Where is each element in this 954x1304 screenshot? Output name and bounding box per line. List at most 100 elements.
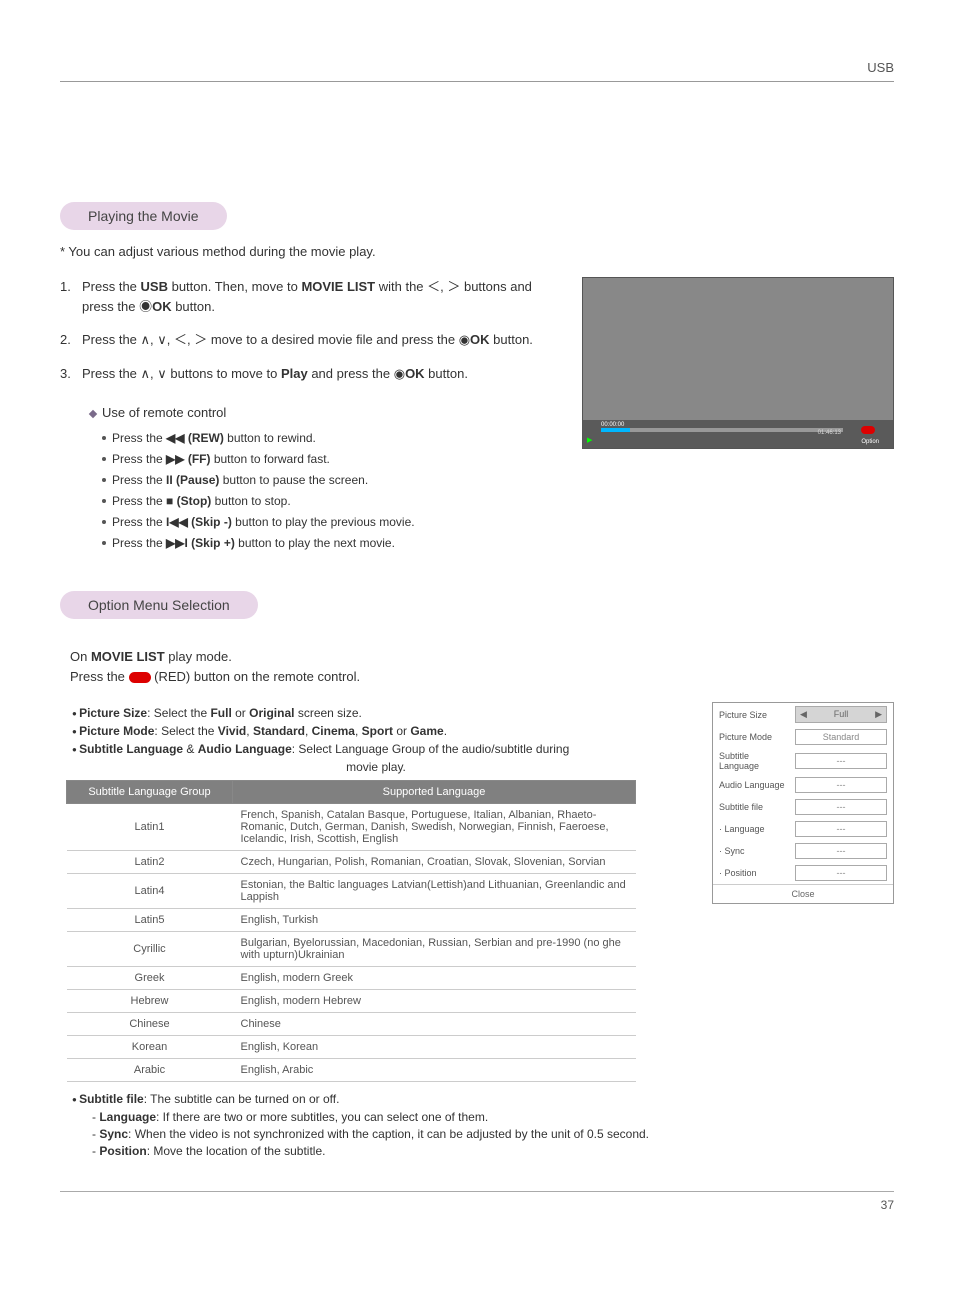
td-supported: English, modern Greek (233, 967, 636, 990)
th-group: Subtitle Language Group (67, 781, 233, 804)
t: OK (405, 366, 425, 381)
video-player-mock: 00:00:00 ▶ 01:46:13 Option (582, 277, 894, 449)
option-field[interactable]: --- (795, 821, 887, 837)
step-3-num: 3. (60, 364, 82, 384)
after-list: Subtitle file: The subtitle can be turne… (60, 1092, 692, 1158)
list-item: Subtitle Language & Audio Language: Sele… (80, 742, 692, 756)
t: button. (490, 332, 533, 347)
option-field[interactable]: ◀Full▶ (795, 706, 887, 723)
option-row: Subtitle Language--- (713, 748, 893, 774)
t: play mode. (165, 649, 232, 664)
td-group: Arabic (67, 1059, 233, 1082)
option-label: · Sync (719, 846, 789, 856)
option-field[interactable]: Standard (795, 729, 887, 745)
remote-line: Press the ◀◀ (REW) button to rewind. (102, 429, 562, 447)
t: button. (172, 299, 215, 314)
list-item: Subtitle file: The subtitle can be turne… (80, 1092, 692, 1106)
remote-icon: ◀◀ (REW) (166, 431, 224, 445)
t: Full (834, 709, 849, 720)
t: USB (141, 279, 168, 294)
t: Press the ∧, ∨, ＜, ＞ move to a desired m… (82, 332, 470, 347)
close-button[interactable]: Close (713, 884, 893, 903)
page-header: USB (60, 60, 894, 82)
option-label: · Language (719, 824, 789, 834)
bullet-icon (102, 499, 106, 503)
remote-line: Press the II (Pause) button to pause the… (102, 471, 562, 489)
td-group: Cyrillic (67, 932, 233, 967)
remote-icon: ▶▶ (FF) (166, 452, 210, 466)
t: Press the ∧, ∨ buttons to move to (82, 366, 281, 381)
play-icon: ▶ (587, 436, 592, 444)
bullet-icon (102, 436, 106, 440)
table-row: GreekEnglish, modern Greek (67, 967, 636, 990)
list-item: Picture Size: Select the Full or Origina… (80, 706, 692, 720)
player-progress-fill (601, 428, 630, 432)
td-supported: English, Turkish (233, 909, 636, 932)
option-label: Audio Language (719, 780, 789, 790)
player-progress (601, 428, 843, 432)
td-supported: English, modern Hebrew (233, 990, 636, 1013)
td-group: Latin4 (67, 874, 233, 909)
t: OK (152, 299, 172, 314)
bullet-icon (102, 520, 106, 524)
t: On (70, 649, 91, 664)
table-row: Latin5English, Turkish (67, 909, 636, 932)
option-field[interactable]: --- (795, 799, 887, 815)
table-row: ArabicEnglish, Arabic (67, 1059, 636, 1082)
t: button to pause the screen. (219, 473, 368, 487)
t: button to rewind. (224, 431, 316, 445)
step-3: 3. Press the ∧, ∨ buttons to move to Pla… (60, 364, 562, 384)
remote-icon: ■ (Stop) (166, 494, 211, 508)
td-group: Latin5 (67, 909, 233, 932)
td-supported: English, Korean (233, 1036, 636, 1059)
td-group: Latin2 (67, 851, 233, 874)
options-panel: Picture Size◀Full▶Picture ModeStandardSu… (712, 702, 894, 904)
step-2-num: 2. (60, 330, 82, 350)
option-row: Picture Size◀Full▶ (713, 703, 893, 726)
option-row: Picture Mode Standard (713, 726, 893, 748)
option-field[interactable]: --- (795, 753, 887, 769)
option-field[interactable]: --- (795, 843, 887, 859)
option-row: Subtitle file--- (713, 796, 893, 818)
td-group: Chinese (67, 1013, 233, 1036)
table-row: Latin2Czech, Hungarian, Polish, Romanian… (67, 851, 636, 874)
table-row: HebrewEnglish, modern Hebrew (67, 990, 636, 1013)
remote-icon: II (Pause) (166, 473, 219, 487)
remote-box: Use of remote control Press the ◀◀ (REW)… (90, 403, 562, 552)
t: Use of remote control (102, 405, 226, 420)
t: Press the (112, 473, 166, 487)
option-field[interactable]: --- (795, 777, 887, 793)
steps-col: 1. Press the USB button. Then, move to M… (60, 277, 562, 555)
option-intro: On MOVIE LIST play mode. Press the (RED)… (70, 647, 894, 689)
option-field[interactable]: --- (795, 865, 887, 881)
table-row: Latin1French, Spanish, Catalan Basque, P… (67, 804, 636, 851)
step-1: 1. Press the USB button. Then, move to M… (60, 277, 562, 316)
t: button. Then, move to (168, 279, 301, 294)
remote-title: Use of remote control (90, 403, 562, 423)
center-note: movie play. (60, 760, 692, 774)
t: Press the (112, 536, 166, 550)
t: button. (425, 366, 468, 381)
bullet-icon (102, 541, 106, 545)
t: Press the (112, 452, 166, 466)
option-label: Picture Size (719, 710, 789, 720)
td-group: Greek (67, 967, 233, 990)
t: button to play the previous movie. (232, 515, 415, 529)
t: Press the (112, 515, 166, 529)
td-supported: Bulgarian, Byelorussian, Macedonian, Rus… (233, 932, 636, 967)
bullet-icon (102, 457, 106, 461)
red-button-icon (861, 426, 875, 434)
option-label: Picture Mode (719, 732, 789, 742)
td-group: Hebrew (67, 990, 233, 1013)
remote-line: Press the ▶▶ (FF) button to forward fast… (102, 450, 562, 468)
language-table: Subtitle Language Group Supported Langua… (66, 780, 636, 1082)
t: Play (281, 366, 308, 381)
option-row: Audio Language --- (713, 774, 893, 796)
remote-icon: I◀◀ (Skip -) (166, 515, 232, 529)
th-supported: Supported Language (233, 781, 636, 804)
step-2: 2. Press the ∧, ∨, ＜, ＞ move to a desire… (60, 330, 562, 350)
arrow-left-icon: ◀ (800, 709, 807, 720)
td-group: Latin1 (67, 804, 233, 851)
t: Press the (112, 494, 166, 508)
t: Press the (112, 431, 166, 445)
